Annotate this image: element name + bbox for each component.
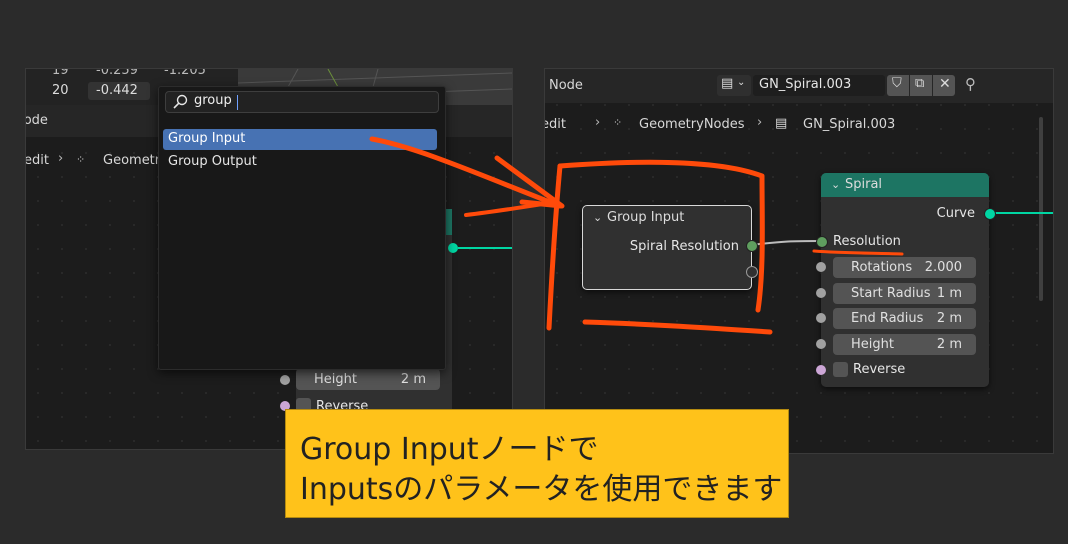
height-field[interactable]: Height 2 m: [296, 369, 440, 390]
cell: -1.205: [164, 68, 206, 78]
chevron-down-icon[interactable]: ⌄: [593, 206, 602, 230]
resolution-socket[interactable]: [816, 236, 828, 248]
end-radius-socket[interactable]: [816, 313, 826, 323]
curve-output-socket[interactable]: [984, 208, 996, 220]
spiral-node[interactable]: ⌄ Spiral Curve Resolution Rotations 2.00…: [816, 173, 996, 387]
search-result-group-input[interactable]: Group Input: [163, 129, 437, 150]
rotations-field[interactable]: Rotations 2.000: [833, 257, 976, 278]
height-field[interactable]: Height 2 m: [833, 334, 976, 355]
row-index: 19: [52, 68, 69, 78]
reverse-checkbox[interactable]: [833, 362, 848, 377]
right-node-editor: Node ▤ ⌄ GN_Spiral.003 ⛉ ⧉ ✕ ⚲ edit › ⁘ …: [544, 68, 1054, 454]
height-socket[interactable]: [816, 339, 826, 349]
caption-box: Group Inputノードで Inputsのパラメータを使用できます: [285, 409, 789, 518]
output-socket-label: Spiral Resolution: [629, 239, 739, 254]
search-result-group-output[interactable]: Group Output: [163, 152, 437, 173]
search-icon: [173, 94, 188, 109]
breadcrumb-tree[interactable]: Geometr: [103, 153, 160, 168]
row-index: 20: [52, 83, 69, 98]
spiral-resolution-socket[interactable]: [746, 240, 758, 252]
caption-line-2: Inputsのパラメータを使用できます: [300, 472, 783, 507]
node-title: Group Input: [607, 210, 685, 225]
search-input[interactable]: group: [194, 93, 232, 108]
reverse-socket[interactable]: [816, 365, 826, 375]
height-socket[interactable]: [280, 375, 290, 385]
chevron-down-icon[interactable]: ⌄: [831, 173, 840, 197]
curve-output-label: Curve: [936, 206, 975, 221]
node-title: Spiral: [845, 177, 883, 192]
geometry-nodes-icon: ⁘: [76, 153, 86, 166]
breadcrumb-edit[interactable]: edit: [26, 153, 49, 168]
end-radius-field[interactable]: End Radius 2 m: [833, 308, 976, 329]
rotations-socket[interactable]: [816, 262, 826, 272]
spiral-header: ⌄ Spiral: [821, 173, 989, 197]
start-radius-field[interactable]: Start Radius 1 m: [833, 283, 976, 304]
add-node-search-popup: group Group Input Group Output: [158, 86, 446, 370]
group-input-node[interactable]: ⌄ Group Input Spiral Resolution: [582, 205, 758, 290]
caption-line-1: Group Inputノードで: [300, 432, 599, 467]
start-radius-socket[interactable]: [816, 288, 826, 298]
cell: -0.259: [96, 68, 138, 78]
reverse-label: Reverse: [853, 362, 906, 377]
chevron-right-icon: ›: [58, 151, 64, 166]
search-field[interactable]: group: [165, 91, 439, 113]
resolution-label: Resolution: [833, 234, 901, 249]
editor-title: Node: [26, 113, 48, 128]
cell: -0.442: [96, 83, 138, 98]
node-output-socket[interactable]: [448, 243, 458, 253]
group-input-header: ⌄ Group Input: [583, 206, 751, 230]
empty-socket[interactable]: [746, 266, 758, 278]
